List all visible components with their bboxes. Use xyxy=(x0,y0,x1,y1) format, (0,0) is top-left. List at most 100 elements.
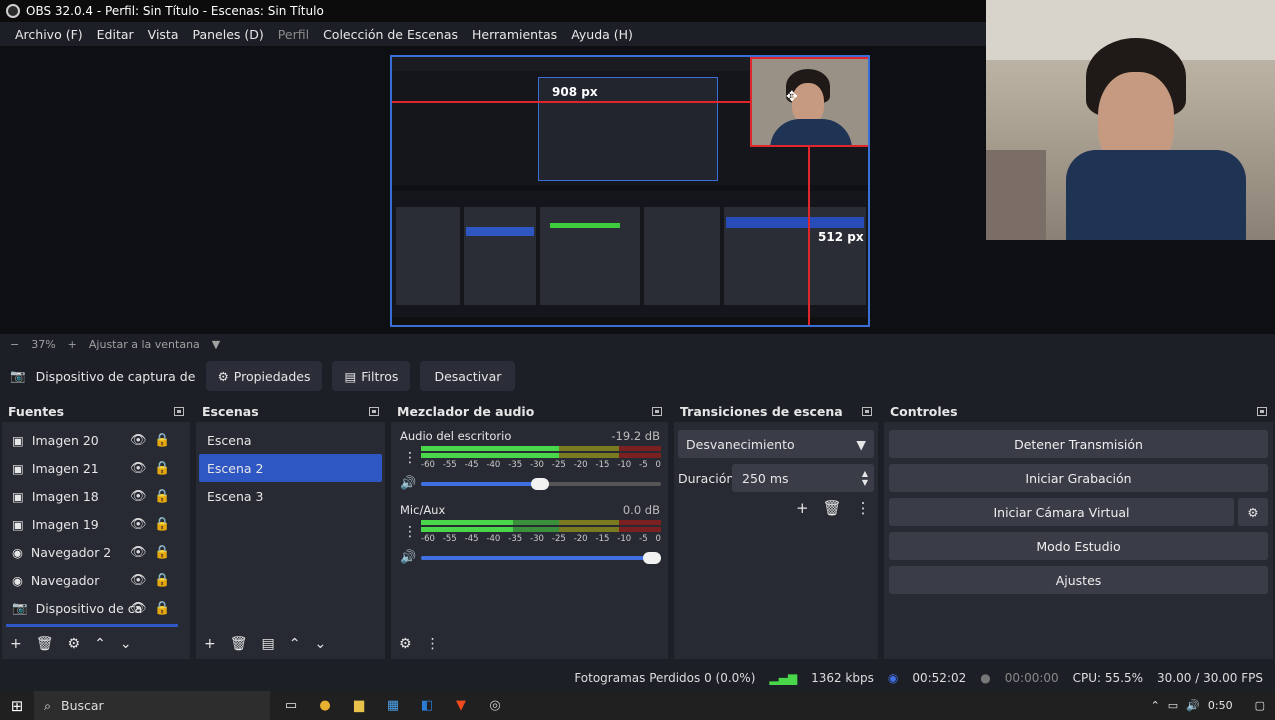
start-virtual-camera-button[interactable]: Iniciar Cámara Virtual xyxy=(889,498,1234,526)
settings-button[interactable]: Ajustes xyxy=(889,566,1268,594)
clock[interactable]: 0:50 xyxy=(1208,699,1233,712)
menu-dots-icon[interactable]: ⋮ xyxy=(426,636,440,652)
lock-icon[interactable]: 🔒 xyxy=(154,461,170,476)
source-label: Imagen 21 xyxy=(31,460,99,476)
source-item[interactable]: ◉ Navegador 2 👁 🔒 xyxy=(2,538,190,566)
stop-stream-button[interactable]: Detener Transmisión xyxy=(889,430,1268,458)
virtual-camera-settings-button[interactable]: ⚙ xyxy=(1238,498,1268,526)
windows-start-icon[interactable]: ⊞ xyxy=(0,691,34,720)
gear-icon[interactable]: ⚙ xyxy=(68,636,81,652)
chrome-icon[interactable]: ● xyxy=(308,691,342,720)
scene-item[interactable]: Escena xyxy=(199,426,382,454)
zoom-dropdown-icon[interactable]: ▼ xyxy=(212,338,220,351)
sources-header: Fuentes xyxy=(2,400,190,422)
scale-tick: -40 xyxy=(486,534,501,544)
filters-button[interactable]: ▤ Filtros xyxy=(332,361,411,391)
nested-selected-scene xyxy=(466,227,534,236)
trash-icon[interactable]: 🗑 xyxy=(36,636,54,652)
menu-vista[interactable]: Vista xyxy=(141,27,186,42)
lock-icon[interactable]: 🔒 xyxy=(154,517,170,532)
scene-item[interactable]: Escena 3 xyxy=(199,482,382,510)
outlook-icon[interactable]: ◧ xyxy=(410,691,444,720)
filter-icon[interactable]: ▤ xyxy=(262,636,275,652)
fit-window-label[interactable]: Ajustar a la ventana xyxy=(89,338,200,351)
volume-slider[interactable] xyxy=(421,552,661,564)
advanced-audio-icon[interactable]: ⚙ xyxy=(399,636,412,652)
brave-icon[interactable]: ▼ xyxy=(444,691,478,720)
add-icon[interactable]: + xyxy=(796,499,809,517)
menu-ayuda[interactable]: Ayuda (H) xyxy=(564,27,640,42)
menu-dots-icon[interactable]: ⋮ xyxy=(403,524,417,540)
trash-icon[interactable]: 🗑 xyxy=(230,636,248,652)
source-item[interactable]: ▣ Imagen 19 👁 🔒 xyxy=(2,510,190,538)
eye-icon[interactable]: 👁 xyxy=(130,545,147,560)
move-up-icon[interactable]: ⌃ xyxy=(94,636,106,652)
notifications-icon[interactable]: ▢ xyxy=(1255,699,1265,712)
eye-icon[interactable]: 👁 xyxy=(130,517,147,532)
eye-icon[interactable]: 👁 xyxy=(130,573,147,588)
scale-tick: -5 xyxy=(639,534,648,544)
move-down-icon[interactable]: ⌄ xyxy=(120,636,132,652)
move-down-icon[interactable]: ⌄ xyxy=(314,636,326,652)
trash-icon[interactable]: 🗑 xyxy=(823,499,842,517)
source-item[interactable]: ◉ Navegador 👁 🔒 xyxy=(2,566,190,594)
tray-chevron-icon[interactable]: ⌃ xyxy=(1151,699,1160,712)
source-item[interactable]: ▣ Imagen 18 👁 🔒 xyxy=(2,482,190,510)
obs-taskbar-icon[interactable]: ◎ xyxy=(478,691,512,720)
lock-icon[interactable]: 🔒 xyxy=(154,601,170,616)
eye-icon[interactable]: 👁 xyxy=(130,601,147,616)
menu-archivo[interactable]: Archivo (F) xyxy=(8,27,90,42)
stepper-arrows-icon[interactable]: ▲ ▼ xyxy=(862,469,868,487)
task-view-icon[interactable]: ▭ xyxy=(274,691,308,720)
source-item[interactable]: ▣ Imagen 21 👁 🔒 xyxy=(2,454,190,482)
menu-dots-icon[interactable]: ⋮ xyxy=(856,499,871,517)
volume-handle[interactable] xyxy=(531,478,549,490)
zoom-in-button[interactable]: + xyxy=(68,338,77,351)
lock-icon[interactable]: 🔒 xyxy=(154,573,170,588)
undock-icon[interactable] xyxy=(369,406,379,416)
zoom-out-button[interactable]: − xyxy=(10,338,19,351)
source-item[interactable]: 📷 Dispositivo de ca 👁 🔒 xyxy=(2,594,190,622)
move-up-icon[interactable]: ⌃ xyxy=(289,636,301,652)
system-tray: ⌃ ▭ 🔊 0:50 ▢ xyxy=(1151,699,1275,712)
undock-icon[interactable] xyxy=(652,406,662,416)
scale-tick: 0 xyxy=(655,460,661,470)
volume-icon[interactable]: 🔊 xyxy=(1186,699,1200,712)
undock-icon[interactable] xyxy=(862,406,872,416)
transition-select[interactable]: Desvanecimiento ▼ xyxy=(678,430,874,458)
duration-spinbox[interactable]: 250 ms ▲ ▼ xyxy=(732,464,874,492)
menu-herramientas[interactable]: Herramientas xyxy=(465,27,564,42)
eye-icon[interactable]: 👁 xyxy=(130,489,147,504)
properties-button[interactable]: ⚙ Propiedades xyxy=(205,361,323,391)
network-icon[interactable]: ▭ xyxy=(1168,699,1178,712)
menu-dots-icon[interactable]: ⋮ xyxy=(403,450,417,466)
lock-icon[interactable]: 🔒 xyxy=(154,489,170,504)
volume-slider[interactable] xyxy=(421,478,661,490)
add-icon[interactable]: + xyxy=(10,636,22,652)
taskbar-search[interactable]: ⌕ Buscar xyxy=(34,691,270,720)
undock-icon[interactable] xyxy=(1257,406,1267,416)
start-recording-button[interactable]: Iniciar Grabación xyxy=(889,464,1268,492)
undock-icon[interactable] xyxy=(174,406,184,416)
menu-coleccion-escenas[interactable]: Colección de Escenas xyxy=(316,27,465,42)
scene-item-selected[interactable]: Escena 2 xyxy=(199,454,382,482)
source-item[interactable]: ▣ Imagen 20 👁 🔒 xyxy=(2,426,190,454)
lock-icon[interactable]: 🔒 xyxy=(154,545,170,560)
deactivate-button[interactable]: Desactivar xyxy=(420,361,516,391)
menu-paneles[interactable]: Paneles (D) xyxy=(186,27,271,42)
guide-vertical xyxy=(808,147,810,325)
eye-icon[interactable]: 👁 xyxy=(130,433,147,448)
store-icon[interactable]: ▦ xyxy=(376,691,410,720)
preview-canvas[interactable]: 908 px 512 px ✥ xyxy=(390,55,870,327)
speaker-icon[interactable]: 🔊 xyxy=(400,550,416,565)
lock-icon[interactable]: 🔒 xyxy=(154,433,170,448)
file-explorer-icon[interactable]: ▆ xyxy=(342,691,376,720)
volume-handle[interactable] xyxy=(643,552,661,564)
studio-mode-button[interactable]: Modo Estudio xyxy=(889,532,1268,560)
selected-webcam-source[interactable]: ✥ xyxy=(750,57,868,147)
menu-editar[interactable]: Editar xyxy=(90,27,141,42)
add-icon[interactable]: + xyxy=(204,636,216,652)
eye-icon[interactable]: 👁 xyxy=(130,461,147,476)
dropped-frames: Fotogramas Perdidos 0 (0.0%) xyxy=(574,671,756,685)
speaker-icon[interactable]: 🔊 xyxy=(400,476,416,491)
